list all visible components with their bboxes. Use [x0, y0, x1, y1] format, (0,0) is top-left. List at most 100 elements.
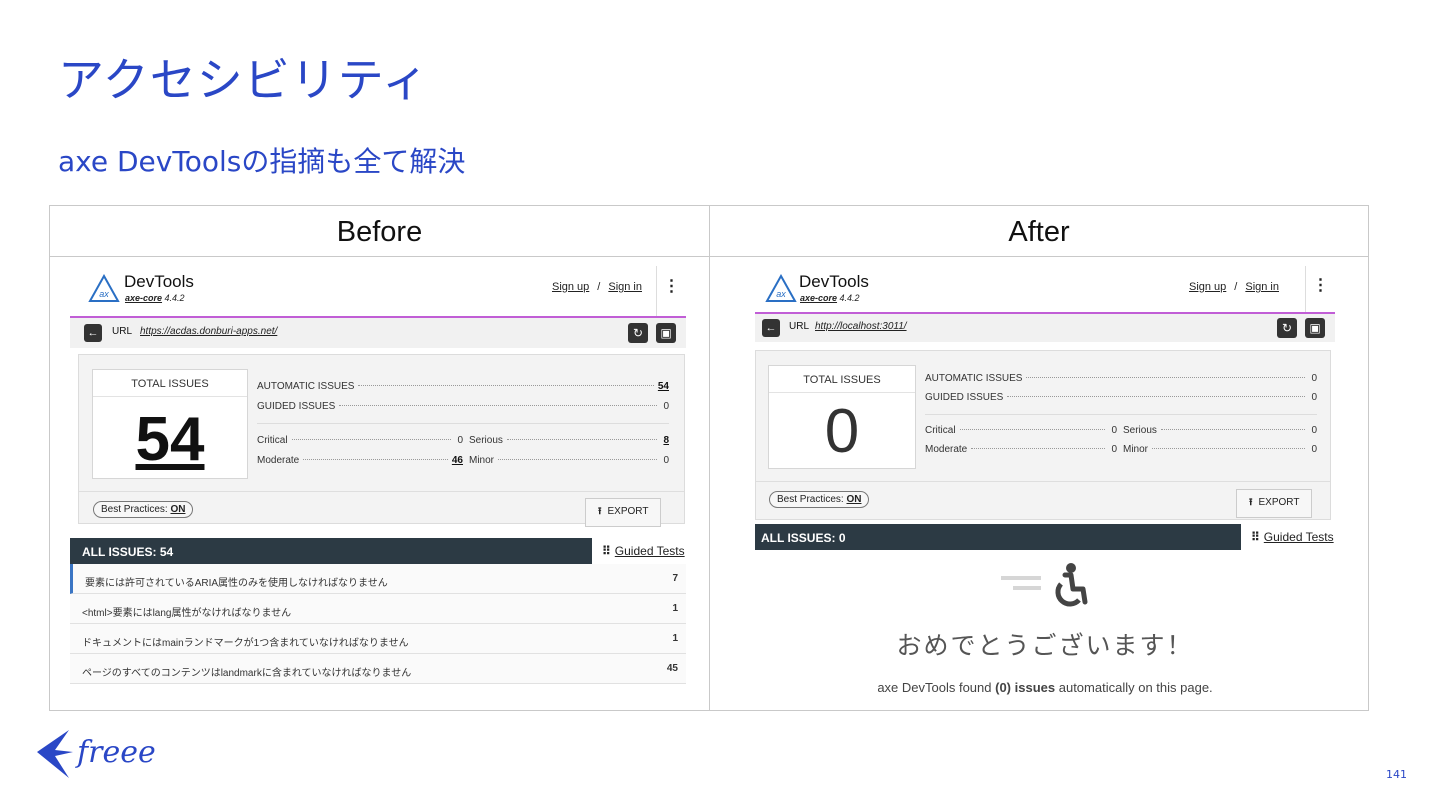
moderate-label: Moderate: [925, 444, 968, 455]
guided-tests-link[interactable]: ⠿ Guided Tests: [1241, 524, 1335, 550]
core-version: axe-core 4.4.2: [125, 293, 185, 303]
app-name: DevTools: [799, 272, 869, 291]
best-practices-toggle[interactable]: Best Practices: ON: [93, 501, 194, 518]
guided-tests-link[interactable]: ⠿ Guided Tests: [592, 538, 686, 564]
back-arrow-icon[interactable]: ←: [84, 324, 102, 342]
issues-summary: TOTAL ISSUES 54 AUTOMATIC ISSUES 54 GUIDE…: [78, 354, 685, 527]
app-name: DevTools: [124, 272, 194, 291]
issue-list: 要素には許可されているARIA属性のみを使用しなければなりません 7 <html…: [70, 564, 686, 684]
total-issues-label: TOTAL ISSUES: [769, 374, 915, 393]
total-issues-box: TOTAL ISSUES 54: [92, 369, 248, 479]
minor-label: Minor: [1123, 444, 1149, 455]
guided-issues-label: GUIDED ISSUES: [925, 392, 1004, 403]
core-version: axe-core 4.4.2: [800, 293, 860, 303]
refresh-icon[interactable]: ↻: [1277, 318, 1297, 338]
minor-count: 0: [663, 455, 669, 466]
critical-count: 0: [1111, 425, 1117, 436]
issue-text: ドキュメントにはmainランドマークが1つ含まれていなければなりません: [82, 638, 409, 649]
issue-row[interactable]: ページのすべてのコンテンツはlandmarkに含まれていなければなりません 45: [70, 654, 686, 684]
issue-text: 要素には許可されているARIA属性のみを使用しなければなりません: [85, 578, 388, 589]
moderate-row: Moderate 46: [257, 455, 463, 466]
total-issues-label: TOTAL ISSUES: [93, 378, 247, 397]
moderate-row: Moderate 0: [925, 444, 1117, 455]
congrats-message: おめでとうございます！: [896, 632, 1194, 660]
grid-icon: ⠿: [602, 544, 611, 558]
automatic-issues-label: AUTOMATIC ISSUES: [925, 373, 1023, 384]
url-label: URL: [789, 321, 810, 332]
critical-count: 0: [457, 435, 463, 446]
save-icon[interactable]: ▣: [1305, 318, 1325, 338]
back-arrow-icon[interactable]: ←: [762, 319, 780, 337]
all-issues-bar: ALL ISSUES: 54 ⠿ Guided Tests: [70, 538, 686, 564]
export-button[interactable]: ⭱ EXPORT: [585, 498, 662, 527]
issue-row[interactable]: 要素には許可されているARIA属性のみを使用しなければなりません 7: [70, 564, 686, 594]
serious-count: 0: [1311, 425, 1317, 436]
auth-links: Sign up / Sign in: [1188, 281, 1279, 293]
auth-links: Sign up / Sign in: [551, 281, 642, 293]
best-practices-toggle[interactable]: Best Practices: ON: [769, 491, 870, 508]
sign-up-link[interactable]: Sign up: [552, 281, 589, 293]
minor-count: 0: [1311, 444, 1317, 455]
critical-row: Critical 0: [925, 425, 1117, 436]
guided-issues-count: 0: [1311, 392, 1317, 403]
grid-icon: ⠿: [1251, 530, 1260, 544]
guided-issues-count: 0: [663, 401, 669, 412]
export-button[interactable]: ⭱ EXPORT: [1236, 489, 1313, 518]
all-issues-label: ALL ISSUES: 54: [82, 545, 174, 559]
automatic-issues-label: AUTOMATIC ISSUES: [257, 381, 355, 392]
refresh-icon[interactable]: ↻: [628, 323, 648, 343]
guided-issues-label: GUIDED ISSUES: [257, 401, 336, 412]
url-label: URL: [112, 326, 133, 337]
minor-row: Minor 0: [469, 455, 669, 466]
url-bar: ← URL http://localhost:3011/ ↻ ▣: [755, 312, 1335, 342]
export-icon: ⭱: [598, 506, 602, 517]
url-link[interactable]: http://localhost:3011/: [815, 321, 907, 332]
critical-label: Critical: [257, 435, 288, 446]
serious-label: Serious: [1123, 425, 1157, 436]
axe-logo-icon: ax: [765, 274, 797, 302]
issue-text: <html>要素にはlang属性がなければなりません: [82, 608, 292, 619]
kebab-menu-icon[interactable]: ⋮: [1305, 266, 1335, 312]
automatic-issues-count[interactable]: 54: [658, 381, 669, 392]
slide-title: アクセシビリティ: [58, 53, 429, 107]
freee-logo: freee: [37, 730, 156, 778]
save-icon[interactable]: ▣: [656, 323, 676, 343]
moderate-count: 0: [1111, 444, 1117, 455]
found-summary: axe DevTools found (0) issues automatica…: [877, 680, 1213, 695]
kebab-menu-icon[interactable]: ⋮: [656, 266, 686, 316]
column-divider: [709, 206, 710, 710]
minor-label: Minor: [469, 455, 495, 466]
total-issues-count[interactable]: 54: [93, 404, 247, 475]
moderate-label: Moderate: [257, 455, 300, 466]
stats-divider: [925, 414, 1317, 415]
all-issues-bar: ALL ISSUES: 0 ⠿ Guided Tests: [755, 524, 1335, 550]
serious-row: Serious 8: [469, 435, 669, 446]
guided-issues-row: GUIDED ISSUES 0: [925, 392, 1317, 403]
minor-row: Minor 0: [1123, 444, 1317, 455]
summary-footer-divider: [756, 481, 1330, 482]
moderate-count[interactable]: 46: [452, 455, 463, 466]
svg-text:ax: ax: [99, 289, 109, 299]
issue-row[interactable]: ドキュメントにはmainランドマークが1つ含まれていなければなりません 1: [70, 624, 686, 654]
issue-count: 1: [672, 633, 678, 644]
page-number: 141: [1386, 768, 1407, 781]
sign-in-link[interactable]: Sign in: [608, 281, 642, 293]
issue-count: 1: [672, 603, 678, 614]
serious-label: Serious: [469, 435, 503, 446]
issue-text: ページのすべてのコンテンツはlandmarkに含まれていなければなりません: [82, 668, 412, 679]
all-issues-label: ALL ISSUES: 0: [761, 531, 846, 545]
slide-subtitle: axe DevToolsの指摘も全て解決: [58, 145, 466, 178]
wheelchair-icon: [1001, 563, 1088, 607]
guided-issues-row: GUIDED ISSUES 0: [257, 401, 669, 412]
sign-up-link[interactable]: Sign up: [1189, 281, 1226, 293]
summary-footer-divider: [79, 491, 684, 492]
serious-row: Serious 0: [1123, 425, 1317, 436]
url-link[interactable]: https://acdas.donburi-apps.net/: [140, 326, 277, 337]
sign-in-link[interactable]: Sign in: [1245, 281, 1279, 293]
freee-bird-icon: [37, 730, 73, 778]
devtools-header: ax DevTools axe-core 4.4.2 Sign up / Sign …: [755, 262, 1335, 314]
serious-count[interactable]: 8: [661, 435, 669, 446]
issue-row[interactable]: <html>要素にはlang属性がなければなりません 1: [70, 594, 686, 624]
automatic-issues-count: 0: [1311, 373, 1317, 384]
issue-count: 45: [666, 663, 678, 674]
